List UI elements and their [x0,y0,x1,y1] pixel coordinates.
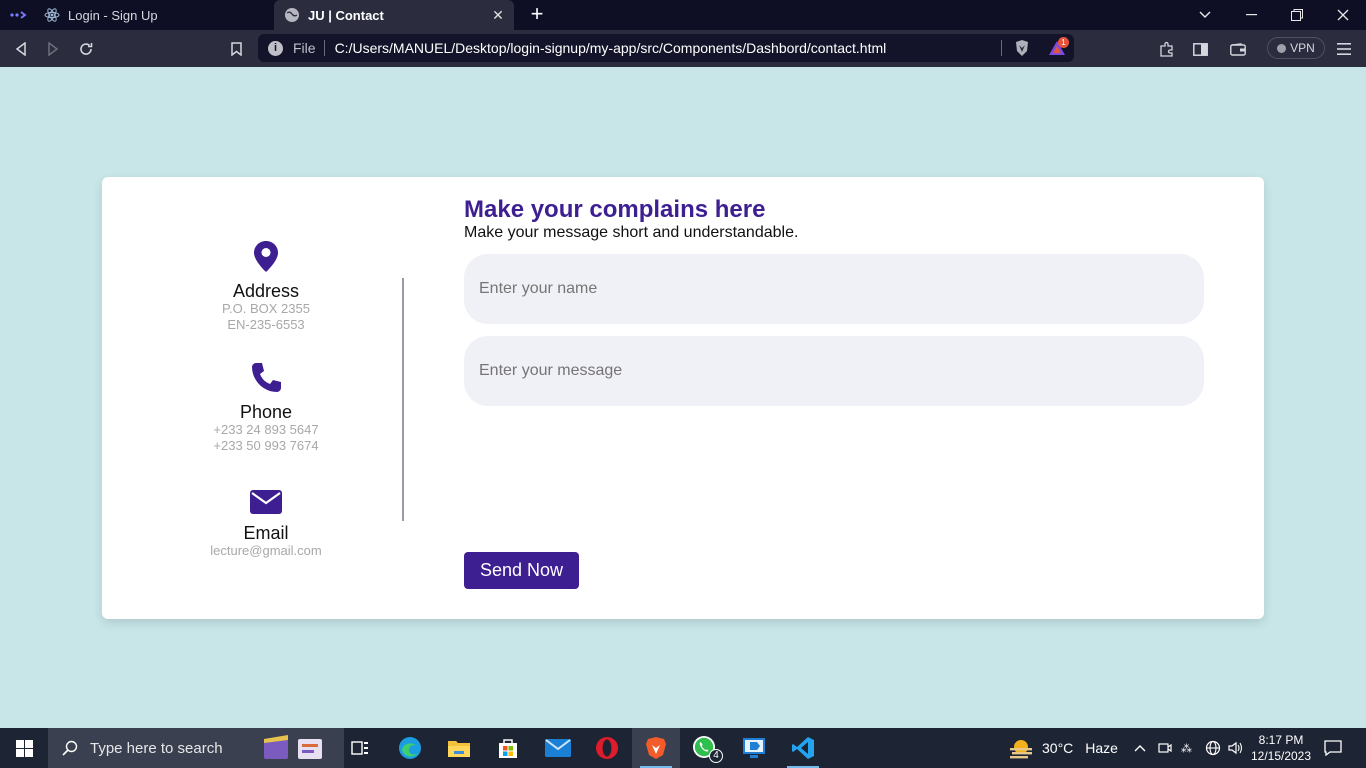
windows-taskbar: Type here to search 4 30°C Haze ⁂ 8:17 P… [0,728,1366,768]
taskbar-search-box[interactable]: Type here to search [48,728,344,768]
search-icon [62,740,78,756]
wallet-icon[interactable] [1226,37,1250,61]
minimize-button[interactable] [1228,0,1274,30]
divider [1001,40,1002,56]
vscode-icon[interactable] [779,728,827,768]
vpn-status-icon [1277,43,1287,53]
complaint-form: Make your complains here Make your messa… [464,196,1204,589]
url-text[interactable]: C:/Users/MANUEL/Desktop/login-signup/my-… [335,40,887,56]
microsoft-store-icon[interactable] [484,728,532,768]
sidebar-toggle-icon[interactable] [8,8,28,22]
send-now-button[interactable]: Send Now [464,552,579,589]
whatsapp-badge: 4 [709,749,723,763]
start-button[interactable] [0,728,48,768]
haze-weather-icon [1010,740,1032,759]
tab-title: JU | Contact [308,7,384,23]
weather-widget[interactable]: 30°C Haze [1008,728,1118,768]
divider [323,40,325,56]
form-subheading: Make your message short and understandab… [464,224,799,241]
file-explorer-icon[interactable] [435,728,483,768]
clock-time: 8:17 PM [1258,733,1304,747]
meet-now-icon[interactable] [1155,728,1175,768]
rewards-badge: 1 [1058,37,1069,48]
task-view-icon[interactable] [336,728,384,768]
search-highlight-icon [264,735,322,759]
message-input[interactable] [464,336,1204,406]
tab-search-chevron-icon[interactable] [1182,0,1228,30]
address-block: Address P.O. BOX 2355 EN-235-6553 [166,240,366,333]
phone-line-1: +233 24 893 5647 [213,422,319,437]
notifications-icon[interactable] [1320,728,1346,768]
opera-icon[interactable] [583,728,631,768]
address-title: Address [232,281,300,301]
network-globe-icon[interactable] [1203,728,1223,768]
svg-text:⁂: ⁂ [1181,742,1192,755]
map-pin-icon [166,240,366,272]
site-info-icon[interactable]: i [268,40,283,56]
email-address: lecture@gmail.com [210,543,322,558]
show-hidden-icons-chevron-icon[interactable] [1130,728,1150,768]
name-input[interactable] [464,254,1204,324]
reload-button[interactable] [74,37,98,61]
bookmark-icon[interactable] [224,37,248,61]
weather-condition: Haze [1085,740,1118,756]
browser-toolbar: i File C:/Users/MANUEL/Desktop/login-sig… [0,30,1366,67]
brave-shields-icon[interactable] [1014,39,1030,57]
taskbar-clock[interactable]: 8:17 PM 12/15/2023 [1248,732,1314,764]
search-placeholder: Type here to search [90,739,223,757]
weather-temp: 30°C [1042,740,1074,756]
tab-login-signup[interactable]: Login - Sign Up [34,0,274,30]
tab-title: Login - Sign Up [68,7,158,23]
close-window-button[interactable] [1320,0,1366,30]
back-button[interactable] [9,37,33,61]
url-scheme-label: File [293,40,316,56]
address-line-2: EN-235-6553 [227,317,305,332]
phone-title: Phone [239,402,293,422]
vpn-button[interactable]: VPN [1267,37,1325,59]
phone-block: Phone +233 24 893 5647 +233 50 993 7674 [166,361,366,454]
sidebar-icon[interactable] [1188,37,1212,61]
tab-contact[interactable]: JU | Contact ✕ [274,0,514,30]
form-heading: Make your complains here [464,196,766,223]
email-title: Email [243,523,289,543]
phone-line-2: +233 50 993 7674 [213,438,319,453]
extensions-icon[interactable] [1155,37,1179,61]
restore-button[interactable] [1274,0,1320,30]
react-icon [44,7,60,23]
vpn-label: VPN [1290,41,1315,55]
edge-icon[interactable] [386,728,434,768]
contact-card: Address P.O. BOX 2355 EN-235-6553 Phone … [102,177,1264,619]
clock-date: 12/15/2023 [1250,749,1312,763]
input-language-icon[interactable]: ⁂ [1178,728,1200,768]
vertical-divider [402,278,404,521]
volume-icon[interactable] [1226,728,1246,768]
mail-icon[interactable] [534,728,582,768]
new-tab-button[interactable]: + [526,3,548,26]
brave-browser-icon[interactable] [632,728,680,768]
email-block: Email lecture@gmail.com [166,482,366,559]
remote-desktop-icon[interactable] [730,728,778,768]
contact-info-column: Address P.O. BOX 2355 EN-235-6553 Phone … [102,177,432,619]
browser-tab-strip: Login - Sign Up JU | Contact ✕ + [0,0,1366,30]
phone-icon [166,361,366,393]
menu-icon[interactable] [1332,37,1356,61]
globe-icon [284,7,300,23]
address-bar[interactable]: i File C:/Users/MANUEL/Desktop/login-sig… [258,34,1074,62]
forward-button[interactable] [41,37,65,61]
whatsapp-icon[interactable]: 4 [681,728,729,768]
close-tab-icon[interactable]: ✕ [490,7,506,23]
envelope-icon [166,482,366,514]
address-line-1: P.O. BOX 2355 [222,301,310,316]
windows-logo-icon [15,739,33,757]
